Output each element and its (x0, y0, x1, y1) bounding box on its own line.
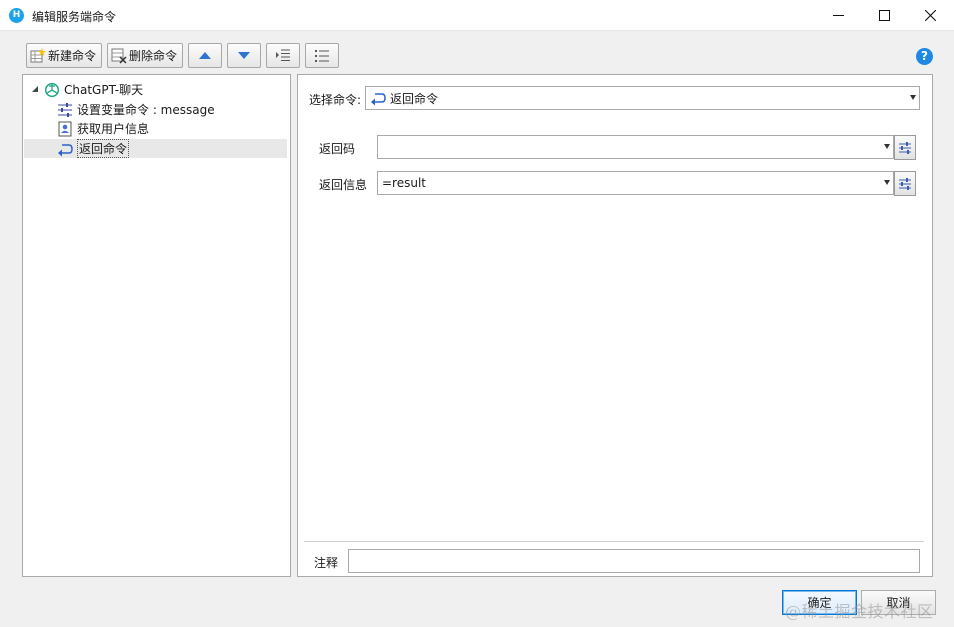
note-label: 注释 (314, 556, 339, 570)
new-command-label: 新建命令 (48, 49, 97, 63)
tree-root[interactable]: ChatGPT-聊天 (31, 80, 143, 99)
maximize-button[interactable] (861, 0, 907, 31)
close-icon (924, 10, 936, 21)
tree-item[interactable]: 获取用户信息 (57, 119, 149, 138)
sliders-icon (58, 102, 72, 117)
minimize-button[interactable] (815, 0, 861, 31)
chatgpt-logo-icon (44, 82, 60, 97)
move-down-button[interactable] (227, 43, 261, 68)
help-icon[interactable]: ? (916, 48, 933, 65)
return-arrow-icon (58, 143, 73, 156)
chevron-down-icon[interactable] (884, 180, 890, 185)
command-select[interactable]: 返回命令 (365, 86, 920, 110)
divider (304, 541, 924, 542)
new-item-icon (30, 47, 46, 62)
indent-button[interactable] (266, 43, 300, 68)
select-command-label: 选择命令: (309, 93, 362, 107)
outdent-icon (315, 49, 329, 62)
return-code-expression-button[interactable] (894, 135, 916, 160)
close-button[interactable] (907, 0, 953, 31)
minimize-icon (832, 15, 844, 16)
settings-list-icon (899, 141, 911, 154)
return-info-label: 返回信息 (319, 178, 368, 192)
command-tree[interactable]: ChatGPT-聊天 设置变量命令 : message 获取用户信息 返回命令 (22, 74, 291, 577)
arrow-down-icon (238, 51, 250, 59)
command-select-value: 返回命令 (390, 91, 439, 106)
new-command-button[interactable]: 新建命令 (26, 43, 102, 68)
watermark: @稀土掘金技术社区 (785, 602, 934, 621)
note-input[interactable] (348, 549, 920, 573)
user-card-icon (58, 121, 72, 136)
delete-item-icon (111, 48, 127, 64)
indent-icon (276, 49, 290, 61)
move-up-button[interactable] (188, 43, 222, 68)
window-title: 编辑服务端命令 (32, 10, 117, 24)
tree-item[interactable]: 设置变量命令 : message (57, 100, 215, 119)
tree-item-label: 获取用户信息 (77, 122, 150, 136)
app-logo-icon: H (9, 8, 24, 23)
title-bar: H 编辑服务端命令 (0, 0, 954, 31)
delete-command-button[interactable]: 删除命令 (107, 43, 183, 68)
chevron-down-icon[interactable] (910, 95, 916, 100)
expand-triangle-icon[interactable] (31, 85, 40, 94)
tree-item-label: 设置变量命令 : message (77, 103, 215, 117)
return-code-input[interactable] (377, 135, 894, 159)
return-info-expression-button[interactable] (894, 171, 916, 196)
maximize-icon (878, 10, 890, 21)
tree-item-label: 返回命令 (77, 139, 130, 158)
return-info-input[interactable]: =result (377, 171, 894, 195)
delete-command-label: 删除命令 (129, 49, 178, 63)
return-info-value: =result (382, 176, 427, 190)
settings-list-icon (899, 177, 911, 190)
return-code-label: 返回码 (319, 142, 356, 156)
chevron-down-icon[interactable] (884, 144, 890, 149)
tree-root-label: ChatGPT-聊天 (64, 83, 144, 97)
return-arrow-icon (371, 93, 386, 106)
arrow-up-icon (199, 51, 211, 59)
outdent-button[interactable] (305, 43, 339, 68)
tree-item[interactable]: 返回命令 (24, 139, 287, 158)
